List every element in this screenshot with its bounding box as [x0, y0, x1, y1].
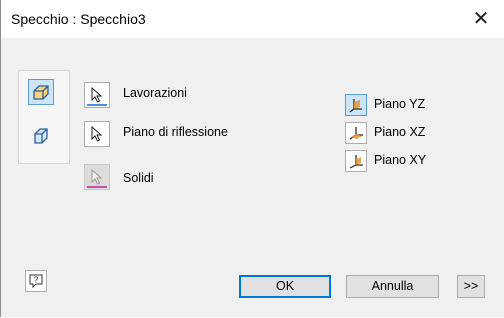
help-icon: ? [29, 274, 43, 289]
cancel-button[interactable]: Annulla [346, 275, 439, 298]
mirror-solids-mode-button[interactable] [28, 79, 54, 105]
title-bar: Specchio : Specchio3 ✕ [1, 0, 504, 39]
close-icon[interactable]: ✕ [468, 6, 494, 32]
mirror-features-mode-button[interactable] [28, 123, 54, 149]
help-button[interactable]: ? [25, 270, 47, 292]
mirror-plane-select-button[interactable] [84, 121, 110, 147]
plane-xy-label: Piano XY [374, 153, 427, 167]
features-mirror-mode-icon [34, 128, 48, 144]
plane-xz-button[interactable] [345, 122, 367, 144]
features-label: Lavorazioni [123, 86, 187, 100]
yz-plane-axis-icon [349, 99, 362, 113]
solid-mirror-mode-icon [33, 85, 49, 100]
cursor-arrow-icon [91, 126, 103, 142]
features-underline [87, 104, 107, 106]
solids-select-button[interactable] [84, 164, 110, 190]
mirror-dialog: Specchio : Specchio3 ✕ Lavorazioni Piano… [0, 0, 504, 317]
solids-label: Solidi [123, 171, 154, 185]
cursor-arrow-icon [91, 169, 103, 185]
plane-yz-button[interactable] [345, 94, 367, 116]
xy-plane-axis-icon [349, 155, 363, 169]
dialog-title: Specchio : Specchio3 [11, 11, 146, 27]
plane-yz-label: Piano YZ [374, 97, 426, 111]
cursor-arrow-icon [91, 87, 103, 103]
mirror-plane-label: Piano di riflessione [123, 125, 228, 139]
solids-underline [87, 186, 107, 188]
svg-text:?: ? [34, 276, 39, 285]
xz-plane-axis-icon [349, 127, 363, 140]
ok-button[interactable]: OK [239, 275, 331, 298]
features-select-button[interactable] [84, 82, 110, 108]
dialog-content: Lavorazioni Piano di riflessione Solidi … [1, 38, 504, 317]
more-options-button[interactable]: >> [457, 275, 485, 298]
plane-xy-button[interactable] [345, 150, 367, 172]
plane-xz-label: Piano XZ [374, 125, 426, 139]
mirror-mode-panel [18, 70, 70, 164]
